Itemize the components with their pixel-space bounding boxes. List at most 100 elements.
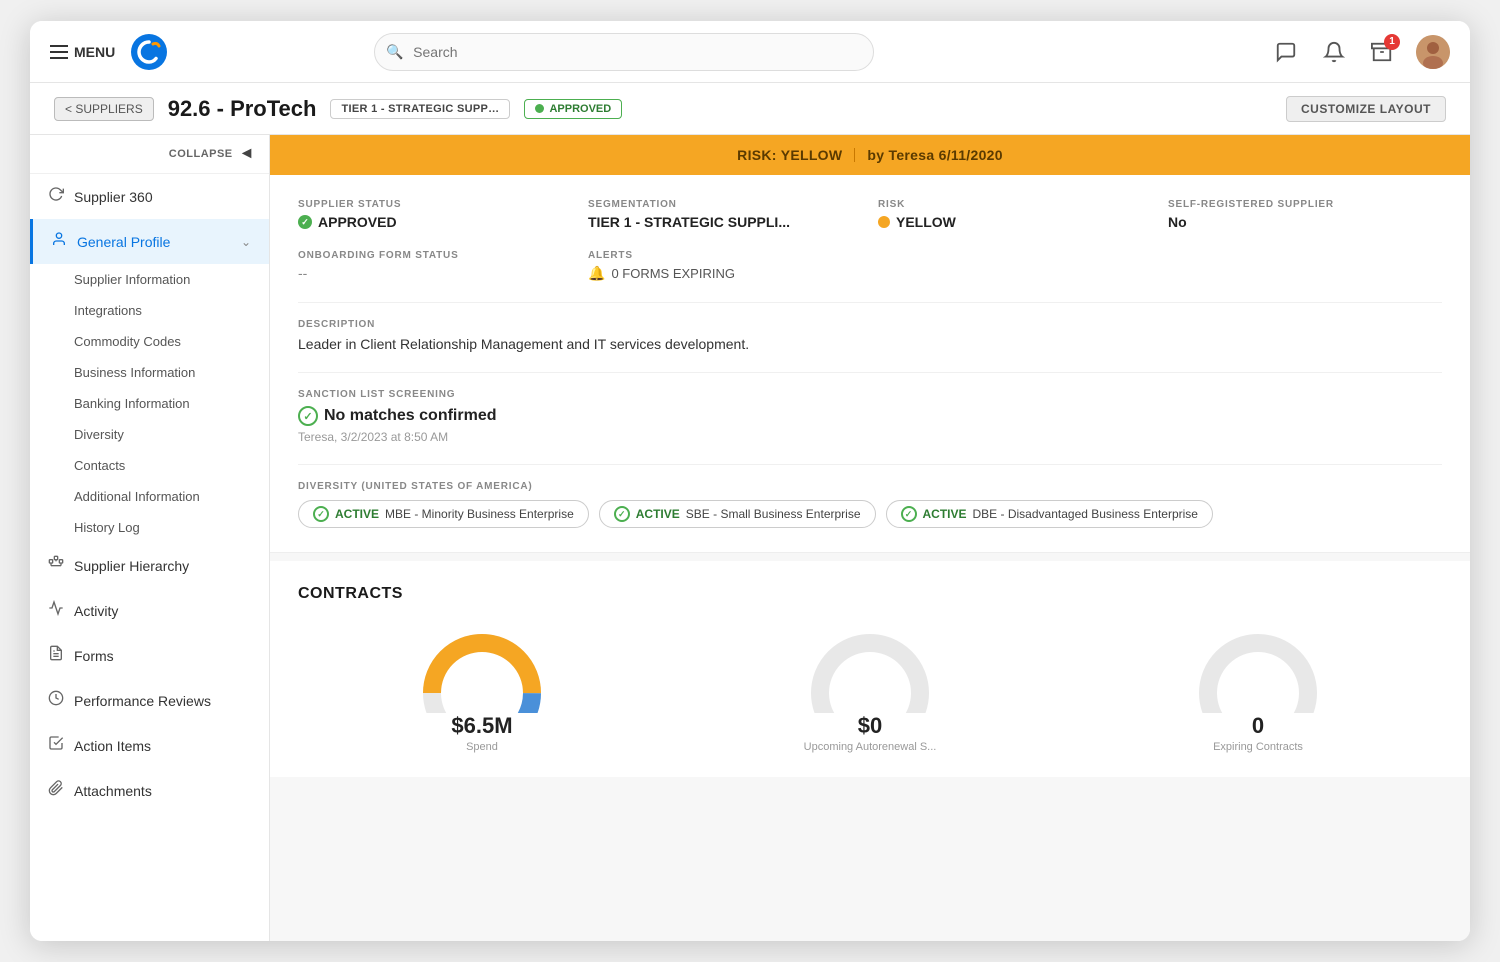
search-icon: 🔍 [386,43,403,60]
onboarding-value: -- [298,265,572,281]
bell-icon: 🔔 [588,265,605,282]
generalprofile-icon [51,231,67,252]
expiring-donut-svg [1188,623,1328,713]
risk-field: RISK YELLOW [878,199,1152,230]
sidebar-label-performancereviews: Performance Reviews [74,693,211,709]
sidebar-item-actionitems[interactable]: Action Items [30,723,269,768]
sidebar-item-attachments[interactable]: Attachments [30,768,269,813]
sidebar-item-generalprofile[interactable]: General Profile ⌄ [30,219,269,264]
risk-label: RISK [878,199,1152,210]
sidebar-item-businessinfo[interactable]: Business Information [74,357,269,388]
description-section: DESCRIPTION Leader in Client Relationshi… [298,302,1442,352]
actionitems-icon [48,735,64,756]
page-title: 92.6 - ProTech [168,96,317,122]
inbox-icon[interactable]: 1 [1368,38,1396,66]
top-nav: MENU 🔍 1 [30,21,1470,83]
autorenewal-donut-svg [800,623,940,713]
sidebar-label-activity: Activity [74,603,118,619]
sidebar-item-supplierinfo[interactable]: Supplier Information [74,264,269,295]
info-grid-row1: SUPPLIER STATUS APPROVED SEGMENTATION TI… [298,199,1442,230]
sidebar-item-contacts[interactable]: Contacts [74,450,269,481]
menu-button[interactable]: MENU [50,44,115,60]
back-to-suppliers-button[interactable]: < SUPPLIERS [54,97,154,121]
supplierhierarchy-icon [48,555,64,576]
sidebar-item-activity[interactable]: Activity [30,588,269,633]
supplier-info-card: SUPPLIER STATUS APPROVED SEGMENTATION TI… [270,175,1470,553]
expand-icon: ⌄ [241,235,251,249]
onboarding-label: ONBOARDING FORM STATUS [298,250,572,261]
dbe-label: DBE - Disadvantaged Business Enterprise [973,507,1198,521]
mbe-active-label: ACTIVE [335,507,379,521]
sbe-active-label: ACTIVE [636,507,680,521]
info-grid-row2: ONBOARDING FORM STATUS -- ALERTS 🔔 0 FOR… [298,250,1442,282]
notification-icon[interactable] [1320,38,1348,66]
contracts-card: CONTRACTS [270,561,1470,777]
sidebar-item-performancereviews[interactable]: Performance Reviews [30,678,269,723]
sidebar: COLLAPSE ◄ Supplier 360 General Profile … [30,135,270,941]
attachments-icon [48,780,64,801]
yellow-dot [878,216,890,228]
hamburger-icon [50,45,68,59]
sidebar-item-forms[interactable]: Forms [30,633,269,678]
page-header: < SUPPLIERS 92.6 - ProTech TIER 1 - STRA… [30,83,1470,135]
sidebar-submenu: Supplier Information Integrations Commod… [30,264,269,543]
mbe-check-icon [313,506,329,522]
supplier360-icon [48,186,64,207]
sidebar-item-supplierhierarchy[interactable]: Supplier Hierarchy [30,543,269,588]
sidebar-item-supplier360[interactable]: Supplier 360 [30,174,269,219]
sidebar-label-generalprofile: General Profile [77,234,170,250]
self-registered-value: No [1168,214,1442,230]
supplier-status-value: APPROVED [298,214,572,230]
inbox-badge: 1 [1384,34,1400,50]
sidebar-label-supplier360: Supplier 360 [74,189,153,205]
dbe-active-label: ACTIVE [923,507,967,521]
sidebar-item-diversity[interactable]: Diversity [74,419,269,450]
diversity-section: DIVERSITY (UNITED STATES OF AMERICA) ACT… [298,464,1442,528]
autorenewal-value: $0 [858,713,882,739]
diversity-tags: ACTIVE MBE - Minority Business Enterpris… [298,500,1442,528]
sidebar-label-actionitems: Action Items [74,738,151,754]
description-text: Leader in Client Relationship Management… [298,336,1442,352]
sidebar-item-additionalinfo[interactable]: Additional Information [74,481,269,512]
risk-text: RISK: YELLOW [737,147,842,163]
sanction-value: No matches confirmed [298,406,1442,426]
sidebar-item-commoditycodes[interactable]: Commodity Codes [74,326,269,357]
sidebar-item-integrations[interactable]: Integrations [74,295,269,326]
segmentation-value: TIER 1 - STRATEGIC SUPPLI... [588,214,862,230]
autorenewal-label: Upcoming Autorenewal S... [804,741,937,753]
menu-label: MENU [74,44,115,60]
sidebar-label-forms: Forms [74,648,114,664]
tier-tag: TIER 1 - STRATEGIC SUPPLI... [330,99,510,119]
segmentation-label: SEGMENTATION [588,199,862,210]
approved-dot [298,215,312,229]
contracts-grid: $6.5M Spend $0 Upcoming Autorenewal S... [298,623,1442,753]
sanction-label: SANCTION LIST SCREENING [298,389,1442,400]
mbe-label: MBE - Minority Business Enterprise [385,507,574,521]
search-bar[interactable]: 🔍 [374,33,874,71]
app-logo [131,34,167,70]
risk-value: YELLOW [878,214,1152,230]
expiring-label: Expiring Contracts [1213,741,1303,753]
supplier-status-label: SUPPLIER STATUS [298,199,572,210]
sidebar-item-historylog[interactable]: History Log [74,512,269,543]
diversity-tag-mbe: ACTIVE MBE - Minority Business Enterpris… [298,500,589,528]
sidebar-label-supplierhierarchy: Supplier Hierarchy [74,558,189,574]
user-avatar[interactable] [1416,35,1450,69]
collapse-button[interactable]: COLLAPSE ◄ [30,135,269,174]
status-label: APPROVED [549,103,611,115]
contracts-expiring: 0 Expiring Contracts [1074,623,1442,753]
contracts-autorenewal: $0 Upcoming Autorenewal S... [686,623,1054,753]
sanction-section: SANCTION LIST SCREENING No matches confi… [298,372,1442,444]
sidebar-item-bankinginfo[interactable]: Banking Information [74,388,269,419]
customize-layout-button[interactable]: CUSTOMIZE LAYOUT [1286,96,1446,122]
spend-label: Spend [466,741,498,753]
status-dot [535,104,544,113]
chat-icon[interactable] [1272,38,1300,66]
search-input[interactable] [374,33,874,71]
self-registered-field: SELF-REGISTERED SUPPLIER No [1168,199,1442,230]
risk-by-text: by Teresa 6/11/2020 [867,147,1002,163]
forms-icon [48,645,64,666]
collapse-arrow-icon: ◄ [239,145,255,163]
performancereviews-icon [48,690,64,711]
alerts-field: ALERTS 🔔 0 FORMS EXPIRING [588,250,862,282]
